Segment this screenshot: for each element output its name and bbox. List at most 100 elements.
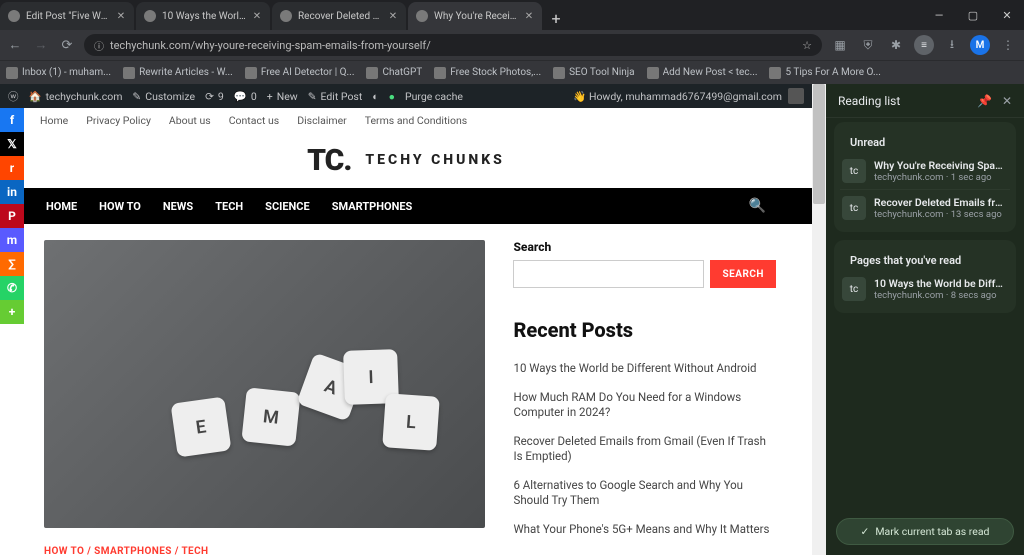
recent-post-link[interactable]: How Much RAM Do You Need for a Windows C…: [513, 383, 776, 427]
topnav-link[interactable]: Privacy Policy: [86, 114, 151, 127]
share-button[interactable]: +: [0, 300, 24, 324]
wp-customize[interactable]: ✎ Customize: [132, 90, 195, 103]
recent-post-link[interactable]: What Your Phone's 5G+ Means and Why It M…: [513, 515, 776, 544]
mainnav-link[interactable]: NEWS: [163, 200, 193, 213]
mainnav-link[interactable]: TECH: [215, 200, 243, 213]
wp-admin-bar: ⓦ 🏠 techychunk.com ✎ Customize ⟳ 9 💬 0 +…: [0, 84, 812, 108]
mainnav-link[interactable]: HOME: [46, 200, 77, 213]
mainnav-link[interactable]: SMARTPHONES: [332, 200, 413, 213]
share-sidebar: f𝕏rinPm∑✆+: [0, 108, 24, 324]
profile-avatar[interactable]: M: [970, 35, 990, 55]
close-panel-icon[interactable]: ✕: [1002, 94, 1012, 108]
readinglist-thumb: tc: [842, 159, 866, 183]
search-button[interactable]: SEARCH: [710, 260, 776, 288]
bookmark-item[interactable]: Inbox (1) - muham...: [6, 67, 111, 79]
recent-post-link[interactable]: 6 Alternatives to Google Search and Why …: [513, 471, 776, 515]
share-button[interactable]: in: [0, 180, 24, 204]
unread-heading: Unread: [840, 128, 1010, 153]
check-icon: ✓: [861, 525, 870, 538]
browser-tab[interactable]: 10 Ways the World be Differen...✕: [136, 2, 270, 30]
browser-tab[interactable]: Recover Deleted Emails from G...✕: [272, 2, 406, 30]
readinglist-icon[interactable]: ≡: [914, 35, 934, 55]
mainnav-link[interactable]: SCIENCE: [265, 200, 310, 213]
readinglist-meta: techychunk.com · 13 secs ago: [874, 209, 1008, 220]
forward-button[interactable]: →: [32, 36, 50, 54]
bookmark-star-icon[interactable]: ☆: [802, 39, 812, 52]
maximize-button[interactable]: ▢: [956, 0, 990, 30]
minimize-button[interactable]: —: [922, 0, 956, 30]
menu-icon[interactable]: ⋮: [998, 35, 1018, 55]
recent-post-link[interactable]: Recover Deleted Emails from Gmail (Even …: [513, 427, 776, 471]
readinglist-item[interactable]: tc10 Ways the World be Different Without…: [840, 271, 1010, 307]
nav-search-icon[interactable]: 🔍: [749, 198, 766, 214]
bookmark-favicon: [434, 67, 446, 79]
close-tab-icon[interactable]: ✕: [116, 11, 126, 22]
bookmark-item[interactable]: ChatGPT: [366, 67, 422, 79]
readinglist-item[interactable]: tcRecover Deleted Emails from Gmail (Eve…: [840, 189, 1010, 226]
share-button[interactable]: m: [0, 228, 24, 252]
bookmark-item[interactable]: Free Stock Photos,...: [434, 67, 541, 79]
shield-icon[interactable]: ⛨: [858, 35, 878, 55]
readinglist-item[interactable]: tcWhy You're Receiving Spam Emails from …: [840, 153, 1010, 189]
bookmark-item[interactable]: Add New Post < tec...: [647, 67, 758, 79]
share-button[interactable]: 𝕏: [0, 132, 24, 156]
wp-howdy[interactable]: 👋 Howdy, muhammad6767499@gmail.com: [573, 90, 782, 103]
wp-perf-icon[interactable]: ●: [389, 90, 395, 103]
reading-list-panel: Reading list 📌 ✕ Unread tcWhy You're Rec…: [826, 84, 1024, 555]
wp-site-link[interactable]: 🏠 techychunk.com: [29, 90, 123, 103]
scrollbar-thumb[interactable]: [813, 84, 825, 204]
address-bar[interactable]: ⓘ techychunk.com/why-youre-receiving-spa…: [84, 34, 822, 56]
extension-icon[interactable]: ▦: [830, 35, 850, 55]
hero-letter-tile: L: [382, 393, 440, 451]
share-button[interactable]: r: [0, 156, 24, 180]
site-info-icon[interactable]: ⓘ: [94, 38, 104, 53]
bookmark-favicon: [123, 67, 135, 79]
downloads-icon[interactable]: ⭳: [942, 35, 962, 55]
extensions-puzzle-icon[interactable]: ✱: [886, 35, 906, 55]
topnav-link[interactable]: Disclaimer: [297, 114, 347, 127]
share-button[interactable]: f: [0, 108, 24, 132]
bookmark-item[interactable]: 5 Tips For A More O...: [769, 67, 880, 79]
share-button[interactable]: ✆: [0, 276, 24, 300]
bookmark-favicon: [6, 67, 18, 79]
wp-comments[interactable]: 💬 0: [234, 90, 257, 103]
url-text: techychunk.com/why-youre-receiving-spam-…: [110, 39, 431, 52]
share-button[interactable]: P: [0, 204, 24, 228]
close-button[interactable]: ✕: [990, 0, 1024, 30]
back-button[interactable]: ←: [6, 36, 24, 54]
close-tab-icon[interactable]: ✕: [252, 11, 262, 22]
reload-button[interactable]: ⟳: [58, 36, 76, 54]
sidebar: Search SEARCH Recent Posts 10 Ways the W…: [513, 240, 776, 555]
bookmark-item[interactable]: Free AI Detector | Q...: [245, 67, 355, 79]
topnav-link[interactable]: Terms and Conditions: [365, 114, 467, 127]
bookmark-item[interactable]: Rewrite Articles - W...: [123, 67, 233, 79]
pin-icon[interactable]: 📌: [977, 94, 992, 108]
recent-post-link[interactable]: 10 Ways the World be Different Without A…: [513, 354, 776, 383]
search-input[interactable]: [513, 260, 704, 288]
wp-edit-post[interactable]: ✎ Edit Post: [308, 90, 363, 103]
wp-purge-cache[interactable]: Purge cache: [405, 90, 463, 103]
bookmark-favicon: [647, 67, 659, 79]
wp-cache-icon[interactable]: ◐: [372, 90, 378, 103]
favicon: [8, 10, 20, 22]
site-logo[interactable]: TC.: [307, 143, 351, 178]
wp-avatar[interactable]: [788, 88, 804, 104]
topnav-link[interactable]: About us: [169, 114, 211, 127]
wp-logo-icon[interactable]: ⓦ: [8, 89, 19, 104]
share-button[interactable]: ∑: [0, 252, 24, 276]
mark-as-read-button[interactable]: ✓ Mark current tab as read: [836, 518, 1014, 545]
topnav-link[interactable]: Home: [40, 114, 68, 127]
mainnav-link[interactable]: HOW TO: [99, 200, 141, 213]
wp-updates[interactable]: ⟳ 9: [205, 90, 224, 103]
wp-new[interactable]: + New: [267, 90, 298, 103]
close-tab-icon[interactable]: ✕: [524, 11, 534, 22]
topnav-link[interactable]: Contact us: [229, 114, 280, 127]
bookmark-item[interactable]: SEO Tool Ninja: [553, 67, 635, 79]
newtab-button[interactable]: +: [544, 6, 568, 30]
browser-tab[interactable]: Edit Post "Five Ways To Organi...✕: [0, 2, 134, 30]
close-tab-icon[interactable]: ✕: [388, 11, 398, 22]
vertical-scrollbar[interactable]: [812, 84, 826, 555]
breadcrumb[interactable]: HOW TO / SMARTPHONES / TECH: [44, 546, 485, 555]
browser-tab[interactable]: Why You're Receiving Spam Em...✕: [408, 2, 542, 30]
browser-tabstrip: Edit Post "Five Ways To Organi...✕10 Way…: [0, 0, 1024, 30]
